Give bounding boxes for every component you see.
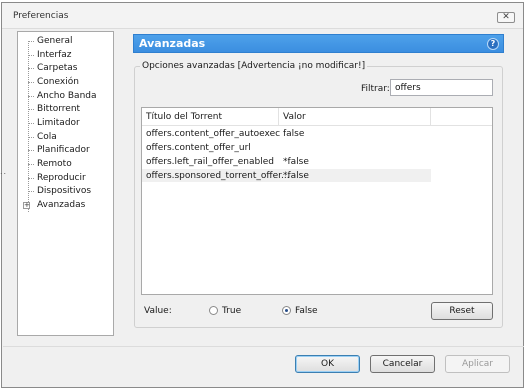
tree-item-label: Bittorrent	[37, 104, 81, 114]
category-tree[interactable]: General Interfaz Carpetas Conexión Ancho…	[17, 31, 114, 336]
tree-item-cola[interactable]: Cola	[28, 131, 112, 144]
radio-true[interactable]	[209, 306, 218, 315]
settings-table[interactable]: Título del Torrent Valor offers.content_…	[141, 107, 493, 295]
setting-name: offers.left_rail_offer_enabled	[146, 157, 274, 167]
value-label: Value:	[144, 306, 172, 316]
ok-button[interactable]: OK	[295, 355, 360, 373]
tree-item-label: Ancho Banda	[37, 91, 97, 101]
section-header: Avanzadas ?	[133, 34, 504, 53]
help-icon[interactable]: ?	[487, 38, 499, 50]
tree-item-label: Interfaz	[37, 50, 72, 60]
side-marker: ..	[0, 167, 8, 176]
tree-item-dispositivos[interactable]: Dispositivos	[28, 185, 112, 198]
tree-item-label: Carpetas	[37, 63, 78, 73]
tree-item-reproducir[interactable]: Reproducir	[28, 172, 112, 185]
column-header-name[interactable]: Título del Torrent	[146, 112, 222, 122]
radio-false[interactable]	[282, 306, 291, 315]
tree-item-label: General	[37, 36, 73, 46]
table-row[interactable]: offers.left_rail_offer_enabled *false	[142, 155, 431, 168]
tree-item-general[interactable]: General	[28, 35, 112, 48]
setting-name: offers.content_offer_autoexec	[146, 129, 281, 139]
tree-item-conexion[interactable]: Conexión	[28, 76, 112, 89]
filter-input[interactable]	[390, 79, 493, 96]
tree-item-label: Avanzadas	[37, 200, 86, 210]
close-icon: ✕	[502, 12, 510, 22]
tree-item-limitador[interactable]: Limitador	[28, 117, 112, 130]
tree-item-label: Dispositivos	[37, 186, 92, 196]
footer-divider	[3, 346, 524, 347]
table-header: Título del Torrent Valor	[142, 108, 492, 126]
group-title: Opciones avanzadas [Advertencia ¡no modi…	[140, 61, 368, 71]
setting-value: *false	[283, 157, 309, 167]
tree-item-remoto[interactable]: Remoto	[28, 158, 112, 171]
column-header-value[interactable]: Valor	[283, 112, 306, 122]
table-row[interactable]: offers.content_offer_autoexec false	[142, 127, 431, 140]
table-row[interactable]: offers.content_offer_url	[142, 141, 431, 154]
tree-item-carpetas[interactable]: Carpetas	[28, 62, 112, 75]
close-button[interactable]: ✕	[497, 12, 515, 23]
tree-item-label: Remoto	[37, 159, 72, 169]
cancel-button[interactable]: Cancelar	[370, 355, 435, 373]
tree-item-label: Limitador	[37, 118, 80, 128]
tree-item-ancho-banda[interactable]: Ancho Banda	[28, 90, 112, 103]
filter-label: Filtrar:	[361, 84, 390, 94]
tree-item-planificador[interactable]: Planificador	[28, 144, 112, 157]
tree-item-avanzadas[interactable]: + Avanzadas	[21, 199, 112, 212]
title-bar: Preferencias ✕	[2, 3, 523, 29]
radio-false-label[interactable]: False	[295, 306, 318, 316]
tree-item-label: Conexión	[37, 77, 79, 87]
radio-true-label[interactable]: True	[222, 306, 241, 316]
setting-value: *false	[283, 171, 309, 181]
setting-name: offers.sponsored_torrent_offer...	[146, 171, 290, 181]
apply-button[interactable]: Aplicar	[445, 355, 510, 373]
setting-value: false	[283, 129, 305, 139]
tree-item-bittorrent[interactable]: Bittorrent	[28, 103, 112, 116]
expand-icon[interactable]: +	[23, 202, 30, 209]
reset-button[interactable]: Reset	[431, 302, 493, 320]
tree-item-interfaz[interactable]: Interfaz	[28, 49, 112, 62]
section-title: Avanzadas	[139, 37, 206, 50]
tree-item-label: Reproducir	[37, 173, 86, 183]
tree-item-label: Cola	[37, 132, 57, 142]
window-title: Preferencias	[13, 11, 69, 21]
setting-name: offers.content_offer_url	[146, 143, 251, 153]
table-row-selected[interactable]: offers.sponsored_torrent_offer... *false	[142, 169, 431, 182]
tree-item-label: Planificador	[37, 145, 90, 155]
